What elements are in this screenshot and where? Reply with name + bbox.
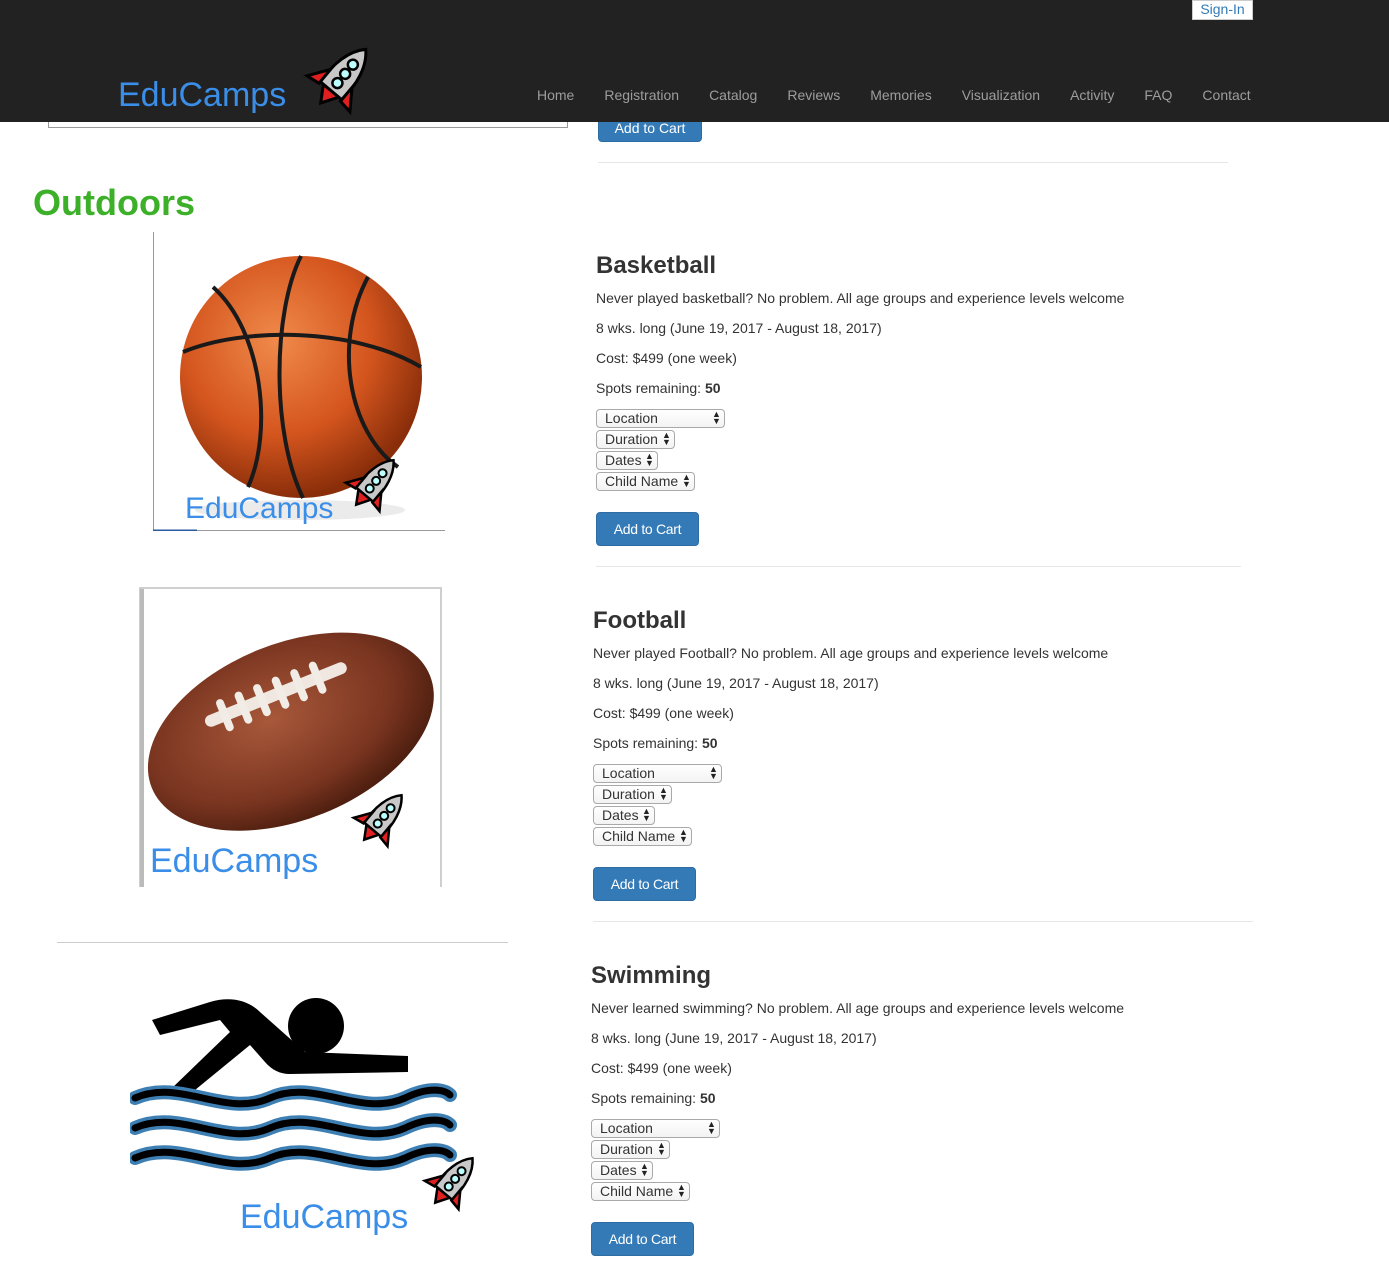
location-select-value: Location (602, 765, 655, 781)
divider (596, 566, 1241, 567)
image-top-divider (57, 942, 508, 943)
dates-select[interactable]: Dates ▲ ▼ (596, 451, 658, 470)
add-to-cart-button[interactable]: Add to Cart (596, 512, 699, 546)
child-name-select[interactable]: Child Name ▲ ▼ (591, 1182, 690, 1201)
duration-select-value: Duration (605, 431, 658, 447)
signin-button[interactable]: Sign-In (1192, 0, 1253, 20)
brand-text: EduCamps (118, 76, 287, 114)
spots-label: Spots remaining: (593, 735, 702, 751)
rocket-icon (303, 47, 368, 116)
camp-description: Never played basketball? No problem. All… (596, 290, 1125, 306)
divider (598, 162, 1228, 163)
select-arrows-icon: ▲ ▼ (712, 409, 721, 426)
basketball-image: EduCamps (153, 232, 445, 532)
location-select[interactable]: Location ▲ ▼ (591, 1119, 720, 1138)
camp-cost: Cost: $499 (one week) (593, 705, 734, 721)
nav-faq[interactable]: FAQ (1144, 87, 1172, 103)
select-arrows-icon: ▲ ▼ (659, 785, 668, 802)
spots-value: 50 (701, 735, 718, 751)
nav-contact[interactable]: Contact (1202, 87, 1250, 103)
spots-label: Spots remaining: (596, 380, 705, 396)
child-name-select[interactable]: Child Name ▲ ▼ (593, 827, 692, 846)
select-arrows-icon: ▲ ▼ (642, 806, 651, 823)
nav-activity[interactable]: Activity (1070, 87, 1114, 103)
nav-registration[interactable]: Registration (604, 87, 679, 103)
nav-reviews[interactable]: Reviews (787, 87, 840, 103)
child-name-select-value: Child Name (600, 1183, 674, 1199)
dates-select[interactable]: Dates ▲ ▼ (593, 806, 655, 825)
location-select-value: Location (600, 1120, 653, 1136)
nav-memories[interactable]: Memories (870, 87, 931, 103)
camp-duration: 8 wks. long (June 19, 2017 - August 18, … (596, 320, 882, 336)
dates-select-value: Dates (600, 1162, 637, 1178)
spots-value: 50 (704, 380, 721, 396)
duration-select[interactable]: Duration ▲ ▼ (593, 785, 672, 804)
image-logo-text: EduCamps (150, 842, 319, 880)
child-name-select-value: Child Name (605, 473, 679, 489)
camp-duration: 8 wks. long (June 19, 2017 - August 18, … (591, 1030, 877, 1046)
camp-title: Swimming (591, 962, 712, 989)
previous-image-frame (48, 122, 568, 128)
camp-spots: Spots remaining: 50 (591, 1090, 716, 1106)
basketball-icon (153, 232, 445, 532)
football-image: EduCamps (139, 587, 442, 889)
location-select[interactable]: Location ▲ ▼ (593, 764, 722, 783)
camp-duration: 8 wks. long (June 19, 2017 - August 18, … (593, 675, 879, 691)
dates-select[interactable]: Dates ▲ ▼ (591, 1161, 653, 1180)
location-select-value: Location (605, 410, 658, 426)
select-arrows-icon: ▲ ▼ (645, 451, 654, 468)
camp-description: Never played Football? No problem. All a… (593, 645, 1109, 661)
nav-visualization[interactable]: Visualization (962, 87, 1040, 103)
camp-spots: Spots remaining: 50 (593, 735, 718, 751)
duration-select-value: Duration (600, 1141, 653, 1157)
camp-cost: Cost: $499 (one week) (591, 1060, 732, 1076)
spots-label: Spots remaining: (591, 1090, 700, 1106)
previous-add-to-cart-label: Add to Cart (614, 120, 686, 136)
image-logo-text: EduCamps (185, 492, 334, 525)
add-to-cart-button[interactable]: Add to Cart (591, 1222, 694, 1256)
nav-catalog[interactable]: Catalog (709, 87, 757, 103)
child-name-select-value: Child Name (602, 828, 676, 844)
main-nav: Home Registration Catalog Reviews Memori… (537, 87, 1281, 103)
camp-title: Football (593, 607, 687, 634)
select-arrows-icon: ▲ ▼ (707, 1119, 716, 1136)
select-arrows-icon: ▲ ▼ (657, 1140, 666, 1157)
child-name-select[interactable]: Child Name ▲ ▼ (596, 472, 695, 491)
camp-title: Basketball (596, 252, 717, 279)
image-logo-text: EduCamps (240, 1198, 409, 1236)
select-arrows-icon: ▲ ▼ (682, 472, 691, 489)
duration-select[interactable]: Duration ▲ ▼ (591, 1140, 670, 1159)
duration-select[interactable]: Duration ▲ ▼ (596, 430, 675, 449)
duration-select-value: Duration (602, 786, 655, 802)
location-select[interactable]: Location ▲ ▼ (596, 409, 725, 428)
camp-description: Never learned swimming? No problem. All … (591, 1000, 1125, 1016)
navbar: EduCamps Home Registration Catalog Revie… (0, 0, 1389, 122)
spots-value: 50 (699, 1090, 716, 1106)
camp-cost: Cost: $499 (one week) (596, 350, 737, 366)
select-arrows-icon: ▲ ▼ (679, 827, 688, 844)
add-to-cart-button[interactable]: Add to Cart (593, 867, 696, 901)
select-arrows-icon: ▲ ▼ (709, 764, 718, 781)
select-arrows-icon: ▲ ▼ (677, 1182, 686, 1199)
select-arrows-icon: ▲ ▼ (662, 430, 671, 447)
swimming-image: EduCamps (128, 990, 510, 1245)
brand-logo[interactable]: EduCamps (118, 38, 398, 122)
camp-spots: Spots remaining: 50 (596, 380, 721, 396)
dates-select-value: Dates (602, 807, 639, 823)
divider (593, 921, 1253, 922)
dates-select-value: Dates (605, 452, 642, 468)
nav-home[interactable]: Home (537, 87, 574, 103)
section-title: Outdoors (33, 182, 195, 223)
select-arrows-icon: ▲ ▼ (640, 1161, 649, 1178)
